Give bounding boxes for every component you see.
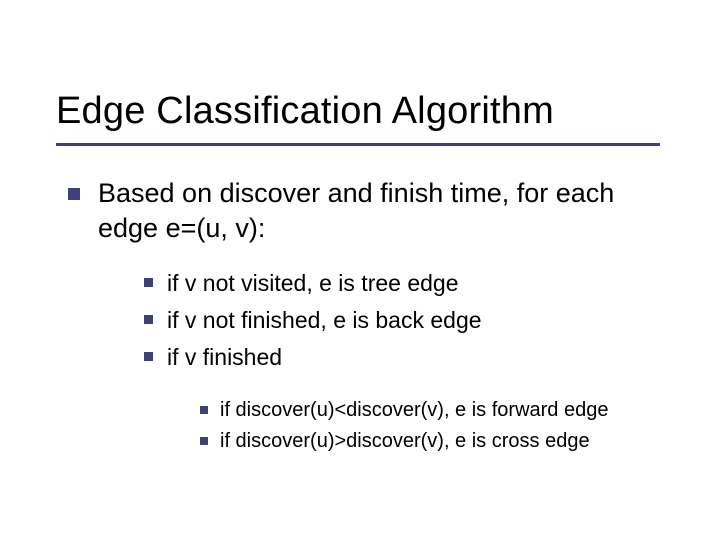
list-item-text: if v not finished, e is back edge <box>167 305 482 336</box>
square-bullet-icon <box>144 352 153 361</box>
square-bullet-icon <box>144 278 153 287</box>
list-item-text: if v not visited, e is tree edge <box>167 268 459 299</box>
list-item-text: if discover(u)<discover(v), e is forward… <box>220 397 608 424</box>
slide-title: Edge Classification Algorithm <box>56 90 680 133</box>
list-item: if v not finished, e is back edge <box>144 305 660 336</box>
square-bullet-icon <box>200 437 208 445</box>
list-item-text: Based on discover and finish time, for e… <box>98 176 660 246</box>
slide: Edge Classification Algorithm Based on d… <box>0 0 720 540</box>
list-item-text: if v finished <box>167 342 282 373</box>
list-item: if discover(u)>discover(v), e is cross e… <box>200 428 660 455</box>
sublist: if v not visited, e is tree edge if v no… <box>68 262 660 385</box>
slide-body: Based on discover and finish time, for e… <box>0 146 720 455</box>
sub-sublist: if discover(u)<discover(v), e is forward… <box>68 385 660 455</box>
square-bullet-icon <box>68 188 80 200</box>
square-bullet-icon <box>144 315 153 324</box>
square-bullet-icon <box>200 406 208 414</box>
list-item: if discover(u)<discover(v), e is forward… <box>200 397 660 424</box>
list-item: Based on discover and finish time, for e… <box>68 176 660 246</box>
list-item: if v not visited, e is tree edge <box>144 268 660 299</box>
title-area: Edge Classification Algorithm <box>0 0 720 133</box>
list-item-text: if discover(u)>discover(v), e is cross e… <box>220 428 590 455</box>
list-item: if v finished <box>144 342 660 373</box>
